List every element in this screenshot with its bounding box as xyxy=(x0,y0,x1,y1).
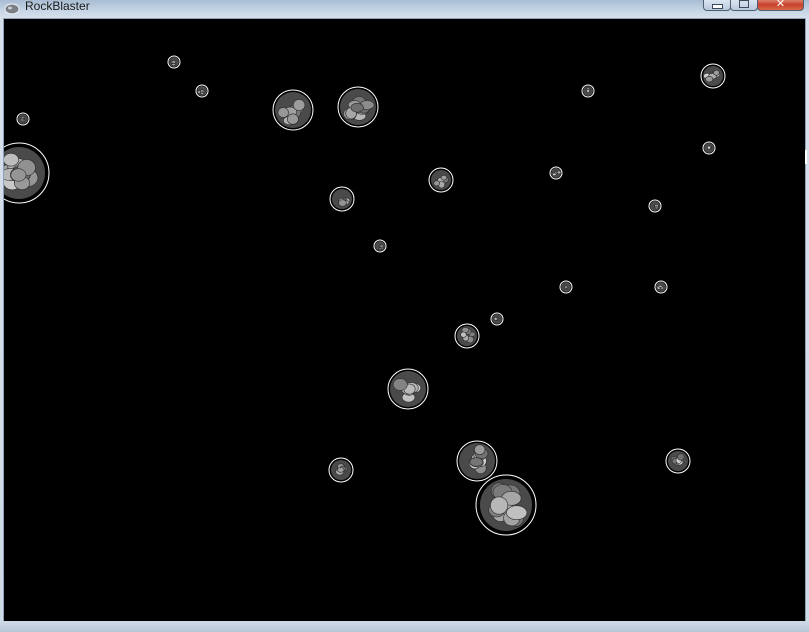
title-bar[interactable]: RockBlaster ✕ xyxy=(0,0,809,18)
close-icon: ✕ xyxy=(775,0,786,10)
asteroid-medium xyxy=(665,448,691,474)
window-bottom-border xyxy=(0,621,809,632)
asteroid-small xyxy=(549,166,563,180)
maximize-button[interactable] xyxy=(730,0,758,11)
asteroid-small xyxy=(490,312,504,326)
rock-field xyxy=(4,55,726,536)
asteroid-xlarge xyxy=(475,474,537,536)
minimize-icon xyxy=(711,3,723,9)
asteroid-small xyxy=(167,55,181,69)
asteroid-medium xyxy=(329,186,355,212)
asteroid-medium xyxy=(428,167,454,193)
window-frame: RockBlaster ✕ xyxy=(0,0,809,632)
window-edge-mark xyxy=(805,150,807,164)
game-canvas[interactable] xyxy=(3,18,806,622)
asteroid-medium xyxy=(454,323,480,349)
asteroid-medium xyxy=(328,457,354,483)
asteroid-small xyxy=(559,280,573,294)
window-title: RockBlaster xyxy=(25,0,90,13)
asteroid-small xyxy=(195,84,209,98)
asteroid-small xyxy=(648,199,662,213)
app-icon xyxy=(4,3,20,15)
asteroid-small xyxy=(581,84,595,98)
close-button[interactable]: ✕ xyxy=(757,0,804,11)
asteroid-large xyxy=(456,440,498,482)
minimize-button[interactable] xyxy=(703,0,731,11)
asteroid-large xyxy=(337,86,379,128)
asteroid-xlarge xyxy=(4,142,50,204)
asteroid-medium xyxy=(700,63,726,89)
asteroid-large xyxy=(272,89,314,131)
asteroid-small xyxy=(654,280,668,294)
asteroid-large xyxy=(387,368,429,410)
asteroid-small xyxy=(16,112,30,126)
asteroid-small xyxy=(702,141,716,155)
asteroid-small xyxy=(373,239,387,253)
maximize-icon xyxy=(739,0,749,8)
